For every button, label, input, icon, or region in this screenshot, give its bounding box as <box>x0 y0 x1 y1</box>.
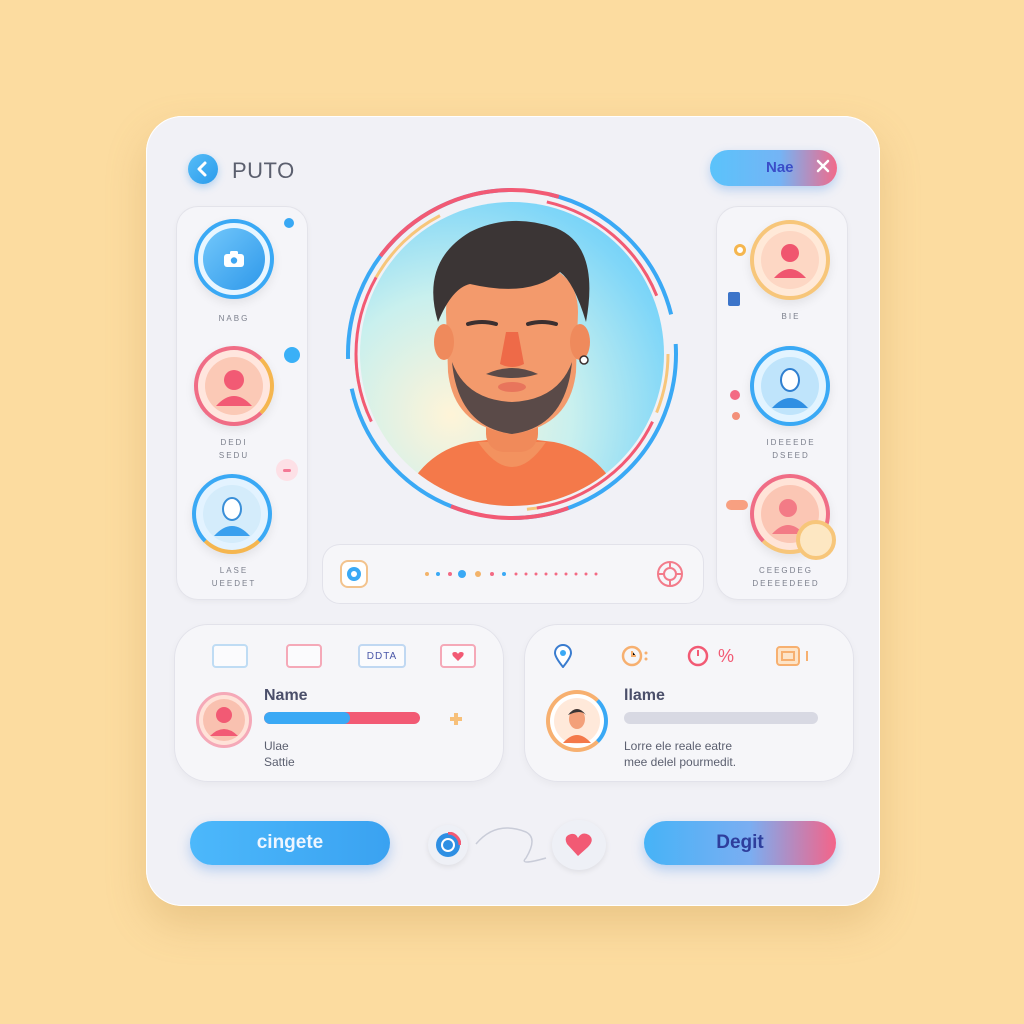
name-pill-button[interactable]: Nae <box>710 150 837 186</box>
user-icon <box>203 699 245 741</box>
left-caption-3: LASE UEEDET <box>211 566 257 588</box>
cingete-button[interactable]: cingete <box>190 821 390 865</box>
right-caption-1: BIE <box>781 312 801 321</box>
user-icon <box>203 485 261 543</box>
user-icon <box>205 357 263 415</box>
puzzle-icon[interactable] <box>446 710 466 730</box>
card-icon[interactable] <box>776 644 812 668</box>
target-icon <box>436 832 461 857</box>
tag-box-2[interactable] <box>286 644 322 668</box>
user-icon <box>554 698 600 744</box>
profile-avatar-icon <box>400 220 624 506</box>
back-button[interactable] <box>188 154 218 184</box>
hero-avatar[interactable] <box>360 202 664 506</box>
tag-box-1[interactable] <box>212 644 248 668</box>
left-avatar-user-2[interactable] <box>194 346 274 426</box>
page-title: PUTO <box>232 158 295 183</box>
name-heading: llame <box>624 687 665 704</box>
small-square-icon <box>728 292 740 306</box>
name-pill-label: Nae <box>766 159 794 176</box>
description-line-2: mee delel pourmedit. <box>624 755 737 769</box>
left-caption-2: DEDI SEDU <box>218 438 250 460</box>
status-dot <box>284 347 300 363</box>
settings-icon[interactable] <box>656 560 684 588</box>
right-avatar-user-2[interactable] <box>750 346 830 426</box>
name-heading: Name <box>264 687 308 704</box>
avatar[interactable] <box>196 692 252 748</box>
timer-icon[interactable] <box>686 644 710 668</box>
left-caption-1: NABG <box>218 314 250 323</box>
right-avatar-user-1[interactable] <box>750 220 830 300</box>
status-dot <box>734 244 746 256</box>
left-avatar-user-3[interactable] <box>192 474 272 554</box>
detail-line-2: Sattie <box>264 755 295 769</box>
target-icon <box>347 567 361 581</box>
chevron-left-icon <box>197 161 207 177</box>
right-caption-2: IDEEEDE DSEED <box>766 438 816 460</box>
slider-track[interactable] <box>422 568 622 580</box>
avatar[interactable] <box>546 690 608 752</box>
status-dot <box>732 412 740 420</box>
user-icon <box>761 231 819 289</box>
favorite-button[interactable] <box>552 820 606 870</box>
right-caption-3: CEEGDEG DEEEEDEED <box>752 566 820 588</box>
percent-label: % <box>718 646 735 666</box>
user-icon <box>761 357 819 415</box>
placeholder-bar <box>624 712 818 724</box>
tag-box-favorite[interactable] <box>440 644 476 668</box>
progress-fill <box>264 712 350 724</box>
details-info-panel: % llame Lorre ele reale eatre mee delel … <box>524 624 854 782</box>
profile-card: PUTO Nae NABG DEDI SEDU LASE UEEDET BIE … <box>146 116 880 906</box>
progress-bar <box>264 712 420 724</box>
clock-icon[interactable] <box>620 644 652 668</box>
description-line-1: Lorre ele reale eatre <box>624 739 733 753</box>
degit-button[interactable]: Degit <box>644 821 836 865</box>
slider-bar[interactable] <box>322 544 704 604</box>
badge-dot <box>276 459 298 481</box>
location-pin-icon[interactable] <box>554 644 572 668</box>
small-tag-icon <box>726 500 748 510</box>
camera-icon <box>224 251 244 267</box>
target-button[interactable] <box>428 825 468 865</box>
left-avatar-camera[interactable] <box>194 219 274 299</box>
close-icon[interactable] <box>813 156 833 176</box>
status-dot <box>284 218 294 228</box>
slider-start-button[interactable] <box>340 560 368 588</box>
profile-info-panel: DDTA Name Ulae Sattie <box>174 624 504 782</box>
heart-icon <box>565 833 592 856</box>
detail-line-1: Ulae <box>264 739 289 753</box>
heart-icon <box>452 651 464 661</box>
badge-coin <box>796 520 836 560</box>
status-dot <box>730 390 740 400</box>
tag-box-3[interactable]: DDTA <box>358 644 406 668</box>
